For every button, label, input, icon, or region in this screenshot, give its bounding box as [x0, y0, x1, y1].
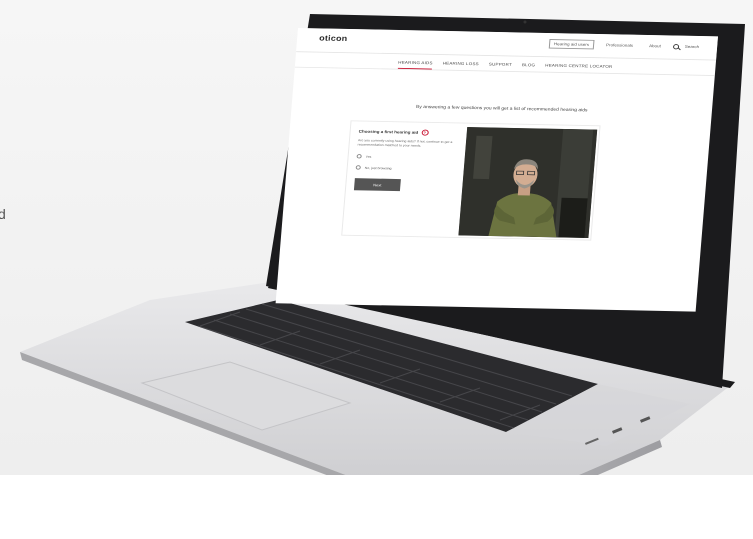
nav-blog[interactable]: BLOG [521, 58, 536, 71]
radio-no[interactable] [355, 165, 361, 170]
quiz-form: Choosing a first hearing aid ? Are you c… [353, 128, 455, 192]
util-nav-about[interactable]: About [645, 42, 665, 50]
quiz-heading-text: Choosing a first hearing aid [358, 129, 419, 135]
search-label: Search [684, 44, 700, 49]
bottom-band [0, 475, 753, 539]
nav-hearing-loss[interactable]: HEARING LOSS [442, 57, 479, 71]
nav-hearing-aids[interactable]: HEARING AIDS [397, 55, 434, 70]
quiz-intro: By answering a few questions you will ge… [415, 104, 588, 114]
quiz-card: Choosing a first hearing aid ? Are you c… [341, 120, 601, 241]
man-photo [458, 127, 598, 238]
nav-support[interactable]: SUPPORT [488, 58, 512, 71]
quiz-body: Are you currently using hearing aids? If… [357, 138, 453, 148]
option-yes-label: Yes [365, 154, 372, 159]
website-display: oticon Hearing aid users Professionals A… [275, 28, 718, 312]
person-illustration [458, 127, 598, 238]
option-no[interactable]: No, just browsing [355, 165, 452, 171]
next-button[interactable]: Next [353, 178, 401, 192]
utility-nav: Hearing aid users Professionals About Se… [548, 39, 703, 52]
help-icon[interactable]: ? [420, 129, 429, 136]
search-button[interactable]: Search [672, 42, 704, 50]
util-nav-hearing-aid-users[interactable]: Hearing aid users [548, 39, 595, 50]
util-nav-professionals[interactable]: Professionals [602, 41, 638, 49]
radio-yes[interactable] [356, 154, 362, 159]
camera-icon [523, 20, 527, 24]
option-yes[interactable]: Yes [356, 154, 453, 160]
oticon-logo[interactable]: oticon [319, 34, 348, 43]
option-no-label: No, just browsing [364, 165, 392, 170]
quiz-heading: Choosing a first hearing aid ? [358, 128, 454, 136]
search-icon [672, 43, 680, 49]
nav-hearing-centre-locator[interactable]: HEARING CENTRE LOCATOR [545, 59, 613, 73]
product-scene: d oticon Hearing aid users Professionals… [0, 0, 753, 475]
